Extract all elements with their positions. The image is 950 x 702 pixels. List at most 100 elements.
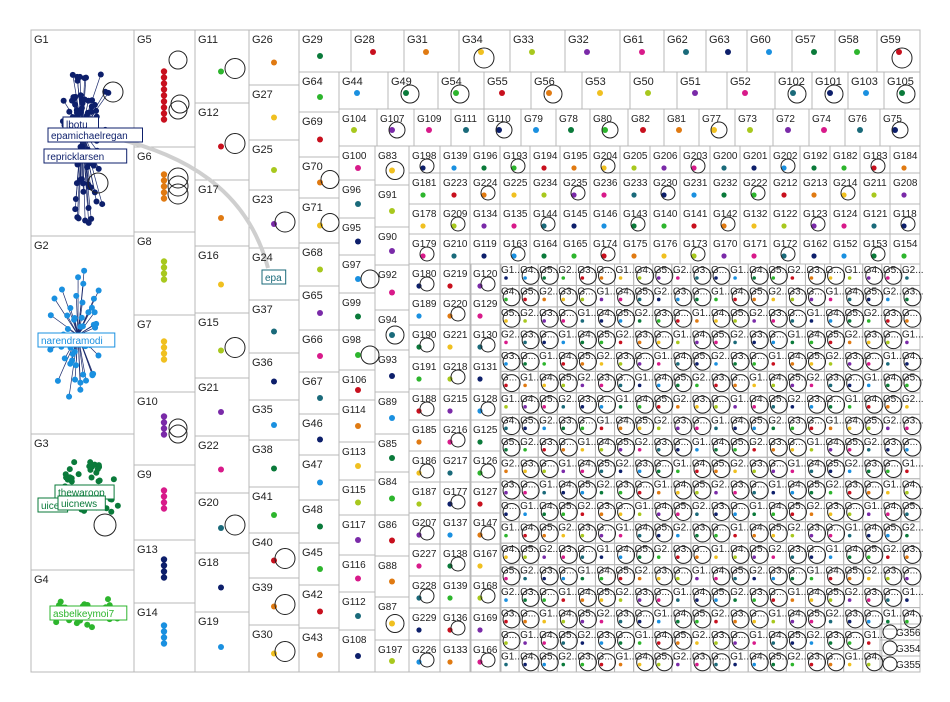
vertex-tiny xyxy=(847,533,852,538)
label-tiny-group: G... xyxy=(616,630,632,641)
self-loop xyxy=(274,594,296,615)
vertex-tiny xyxy=(561,512,566,517)
vertex-G125 xyxy=(477,439,483,445)
vertex-tiny xyxy=(618,555,623,559)
vertex-tiny xyxy=(809,533,814,538)
self-loop xyxy=(473,47,495,69)
label-tiny-group: G... xyxy=(806,286,822,297)
vertex-G154 xyxy=(901,253,907,259)
vertex-tiny xyxy=(695,447,699,452)
vertex-tiny xyxy=(676,662,680,667)
vertex-tiny xyxy=(847,512,852,517)
vertex-g2 xyxy=(81,267,88,274)
vertex-G182 xyxy=(841,165,847,171)
vertex-tiny xyxy=(656,576,661,581)
vertex-tiny xyxy=(847,383,852,388)
label-G66: G66 xyxy=(302,334,323,346)
vertex-tiny xyxy=(790,512,795,517)
label-tiny-group: G... xyxy=(539,329,555,340)
vertex-G229 xyxy=(416,627,422,633)
vertex-G9 xyxy=(160,487,168,494)
vertex-tiny xyxy=(866,641,871,645)
vertex-G80 xyxy=(602,127,608,133)
label-G214: G214 xyxy=(833,178,858,189)
vertex-G219 xyxy=(447,283,453,289)
label-tiny-group: G... xyxy=(596,652,612,663)
vertex-G208 xyxy=(901,192,907,198)
label-G175: G175 xyxy=(623,239,648,250)
label-G116: G116 xyxy=(342,560,366,571)
vertex-tiny xyxy=(714,598,718,602)
vertex-tiny xyxy=(886,576,890,581)
vertex-tiny xyxy=(561,533,566,538)
vertex-tiny xyxy=(714,340,718,345)
label-G28: G28 xyxy=(354,34,375,46)
label-G226: G226 xyxy=(412,645,437,656)
vertex-g2 xyxy=(93,320,100,327)
vertex-tiny xyxy=(580,641,585,645)
vertex-tiny xyxy=(542,426,546,431)
vertex-tiny xyxy=(561,619,566,624)
vertex-G194 xyxy=(541,165,547,171)
vertex-tiny xyxy=(580,619,585,624)
vertex-tiny xyxy=(561,576,566,581)
vertex-tiny xyxy=(809,447,814,452)
label-G21: G21 xyxy=(198,382,219,394)
label-G128: G128 xyxy=(473,394,498,405)
vertex-G60 xyxy=(766,49,772,55)
vertex-G44 xyxy=(354,90,360,96)
vertex-G164 xyxy=(541,253,547,259)
vertex-tiny xyxy=(695,426,699,431)
vertex-tiny xyxy=(580,447,585,452)
label-G213: G213 xyxy=(803,178,828,189)
vertex-tiny xyxy=(618,447,623,452)
vertex-g1 xyxy=(99,201,106,208)
vertex-G37 xyxy=(271,328,277,335)
vertex-tiny xyxy=(752,533,756,538)
label-G173: G173 xyxy=(683,239,708,250)
vertex-g4 xyxy=(84,621,91,628)
vertex-tiny xyxy=(828,598,833,602)
vertex-G185 xyxy=(416,439,422,445)
vertex-tiny xyxy=(695,662,699,667)
label-G167: G167 xyxy=(473,549,498,560)
vertex-tiny xyxy=(714,490,718,495)
vertex-g2 xyxy=(80,371,87,378)
vertex-G192 xyxy=(811,165,817,171)
self-loop xyxy=(360,345,380,365)
label-G198: G198 xyxy=(412,151,437,162)
vertex-g2 xyxy=(75,274,82,281)
label-G139: G139 xyxy=(443,151,468,162)
vertex-G175 xyxy=(631,253,637,259)
vertex-tiny xyxy=(733,447,737,452)
vertex-g2 xyxy=(64,312,71,319)
label-G78: G78 xyxy=(559,114,578,125)
vertex-G223 xyxy=(451,192,457,198)
vertex-tiny xyxy=(886,319,890,323)
label-G39: G39 xyxy=(252,582,273,594)
vertex-tiny xyxy=(523,405,527,409)
vertex-tiny xyxy=(580,662,585,667)
vertex-G10 xyxy=(160,431,168,438)
label-G178: G178 xyxy=(412,209,437,220)
vertex-G100 xyxy=(355,165,361,171)
label-G22: G22 xyxy=(198,440,219,452)
vertex-tiny xyxy=(905,405,909,409)
vertex-tiny xyxy=(637,490,642,495)
vertex-tag-uicnews: uicnews xyxy=(57,495,106,511)
vertex-tiny xyxy=(771,319,776,323)
vertex-G47 xyxy=(317,479,323,486)
label-G101: G101 xyxy=(815,76,842,88)
label-tiny-group: G... xyxy=(826,265,842,276)
vertex-tiny xyxy=(866,533,871,538)
label-G220: G220 xyxy=(443,299,468,310)
vertex-G13 xyxy=(160,574,168,581)
label-G229: G229 xyxy=(412,613,437,624)
vertex-tiny xyxy=(523,469,527,474)
vertex-G9 xyxy=(160,493,168,500)
label-tiny-group: G... xyxy=(692,544,708,555)
vertex-tiny xyxy=(714,426,718,431)
vertex-G10 xyxy=(160,425,168,432)
label-G354: G354 xyxy=(896,644,921,655)
label-G228: G228 xyxy=(412,581,437,592)
